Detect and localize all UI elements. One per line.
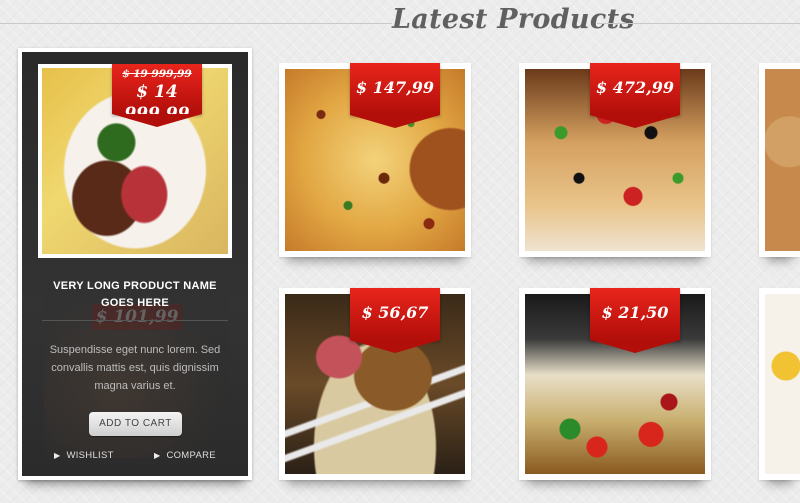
section-title: Latest Products [392,4,635,35]
featured-price-tag: $ 19 999,99 $ 14 999,99 [112,64,202,127]
header-divider-left [0,23,392,24]
product-image[interactable] [765,69,800,251]
featured-product-card[interactable]: $ 101,99 $ 19 999,99 $ 14 999,99 VERY LO… [18,48,252,480]
section-header: Latest Products [0,0,800,50]
product-price: $ 147,99 [356,78,434,97]
compare-link[interactable]: ▶ COMPARE [154,450,216,461]
product-price: $ 472,99 [596,78,674,97]
featured-product-name[interactable]: VERY LONG PRODUCT NAME GOES HERE [38,278,232,312]
featured-card-body: $ 101,99 $ 19 999,99 $ 14 999,99 VERY LO… [22,52,248,476]
price-tag: $ 472,99 [590,63,680,128]
product-tile-partial[interactable] [759,63,800,257]
featured-divider [42,320,228,321]
wishlist-label: WISHLIST [66,450,114,461]
featured-price: $ 14 999,99 [124,82,190,124]
featured-description: Suspendisse eget nunc lorem. Sed convall… [49,344,221,392]
price-tag: $ 21,50 [590,288,680,353]
product-tile-partial[interactable] [759,288,800,480]
add-to-cart-button[interactable]: ADD TO CART [89,412,182,436]
product-tile[interactable]: $ 472,99 [519,63,711,257]
product-tile[interactable]: $ 56,67 [279,288,471,480]
header-divider-right [597,23,800,24]
product-tile[interactable]: $ 147,99 [279,63,471,257]
compare-label: COMPARE [166,450,216,461]
product-price: $ 21,50 [601,303,669,322]
price-tag: $ 147,99 [350,63,440,128]
product-tile[interactable]: $ 21,50 [519,288,711,480]
wishlist-link[interactable]: ▶ WISHLIST [54,450,114,461]
price-tag: $ 56,67 [350,288,440,353]
play-arrow-icon: ▶ [54,451,61,460]
featured-product-image-frame[interactable]: $ 19 999,99 $ 14 999,99 [38,64,232,258]
product-price: $ 56,67 [361,303,429,322]
product-image[interactable] [765,294,800,474]
play-arrow-icon: ▶ [154,451,161,460]
featured-old-price: $ 19 999,99 [122,68,192,80]
